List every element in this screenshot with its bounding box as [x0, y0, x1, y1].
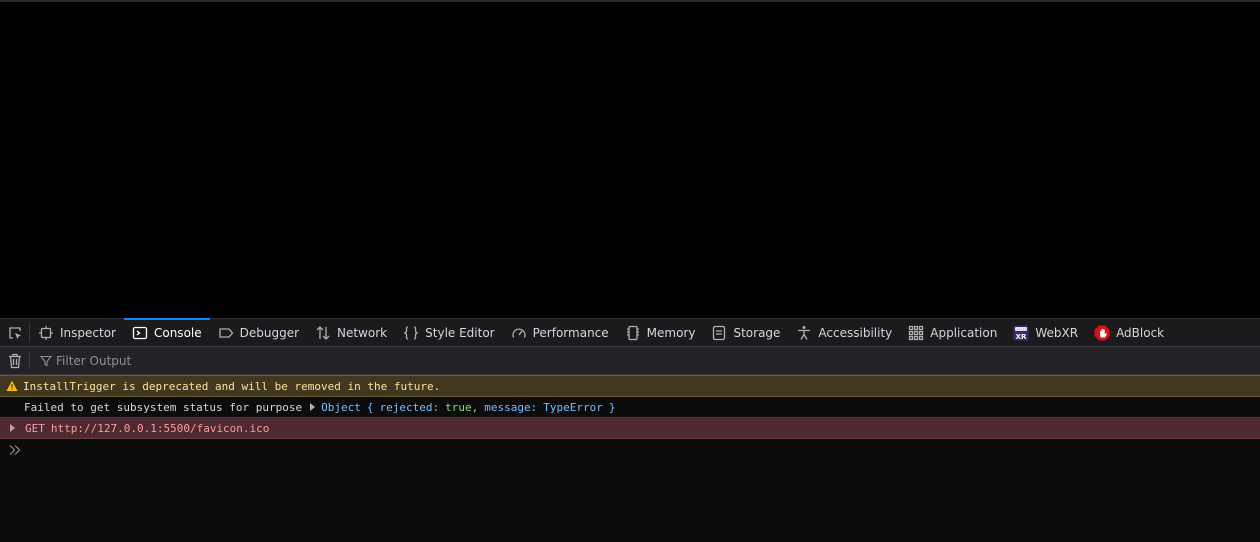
console-message-error[interactable]: GET http://127.0.0.1:5500/favicon.ico — [0, 418, 1260, 439]
tab-inspector[interactable]: Inspector — [30, 319, 124, 346]
object-key-message: message: — [484, 400, 538, 414]
tab-adblock-label: AdBlock — [1116, 325, 1165, 340]
console-message-warning[interactable]: InstallTrigger is deprecated and will be… — [0, 375, 1260, 397]
element-picker-icon — [7, 325, 23, 341]
browser-window: Inspector Console Debugger Network Style… — [0, 0, 1260, 542]
request-url[interactable]: http://127.0.0.1:5500/favicon.ico — [51, 422, 270, 435]
network-icon — [315, 325, 331, 341]
trash-icon — [8, 353, 22, 369]
tab-console[interactable]: Console — [123, 318, 210, 346]
object-key-rejected: rejected: — [379, 400, 440, 414]
devtools-panel: Inspector Console Debugger Network Style… — [0, 318, 1260, 542]
tab-application-label: Application — [930, 325, 998, 340]
tab-adblock[interactable]: AdBlock — [1086, 319, 1172, 346]
style-editor-icon — [403, 325, 419, 341]
tab-webxr[interactable]: XR WebXR — [1005, 319, 1086, 346]
object-close-brace: } — [608, 400, 616, 414]
filter-output-field[interactable] — [40, 353, 1260, 368]
tab-accessibility-label: Accessibility — [818, 325, 893, 340]
memory-icon — [625, 325, 641, 341]
devtools-toolbar: Inspector Console Debugger Network Style… — [0, 318, 1260, 347]
tab-performance-label: Performance — [532, 325, 609, 340]
tab-style-editor-label: Style Editor — [425, 325, 495, 340]
debugger-icon — [218, 325, 234, 341]
storage-icon — [711, 325, 727, 341]
tab-network[interactable]: Network — [307, 319, 395, 346]
object-value-rejected: true, — [445, 400, 479, 414]
page-viewport[interactable] — [0, 2, 1260, 318]
request-method: GET — [25, 421, 45, 435]
console-input-prompt[interactable] — [8, 444, 22, 456]
inspector-icon — [38, 325, 54, 341]
performance-icon — [511, 325, 527, 341]
console-message-log[interactable]: Failed to get subsystem status for purpo… — [0, 397, 1260, 418]
filter-icon — [40, 355, 52, 367]
object-value-message: TypeError — [543, 400, 603, 414]
object-label[interactable]: Object — [321, 401, 361, 414]
adblock-icon — [1094, 325, 1110, 341]
filter-output-input[interactable] — [56, 353, 456, 368]
tab-style-editor[interactable]: Style Editor — [395, 319, 502, 346]
tab-debugger[interactable]: Debugger — [210, 319, 307, 346]
tab-memory-label: Memory — [646, 325, 696, 340]
tab-application[interactable]: Application — [900, 319, 1005, 346]
tab-memory[interactable]: Memory — [617, 319, 704, 346]
log-text: Failed to get subsystem status for purpo… — [24, 400, 303, 414]
tab-performance[interactable]: Performance — [503, 319, 617, 346]
application-icon — [908, 325, 924, 341]
accessibility-icon — [796, 325, 812, 341]
tab-storage-label: Storage — [733, 325, 781, 340]
expand-object-icon[interactable] — [310, 403, 316, 411]
element-picker-button[interactable] — [0, 323, 30, 342]
tab-console-label: Console — [153, 325, 202, 340]
tab-debugger-label: Debugger — [239, 325, 300, 340]
tab-inspector-label: Inspector — [60, 325, 116, 340]
object-open-brace: { — [366, 400, 374, 414]
warning-icon — [6, 380, 18, 392]
tab-storage[interactable]: Storage — [703, 319, 788, 346]
tab-accessibility[interactable]: Accessibility — [788, 319, 900, 346]
double-chevron-right-icon — [8, 444, 22, 456]
tab-webxr-label: WebXR — [1035, 325, 1079, 340]
webxr-icon: XR — [1013, 325, 1029, 341]
expand-request-icon[interactable] — [10, 424, 15, 432]
warning-text: InstallTrigger is deprecated and will be… — [23, 379, 441, 393]
console-icon — [132, 325, 148, 341]
console-filter-bar — [0, 347, 1260, 375]
clear-console-button[interactable] — [0, 351, 30, 370]
tab-network-label: Network — [337, 325, 388, 340]
svg-text:XR: XR — [1016, 333, 1027, 341]
